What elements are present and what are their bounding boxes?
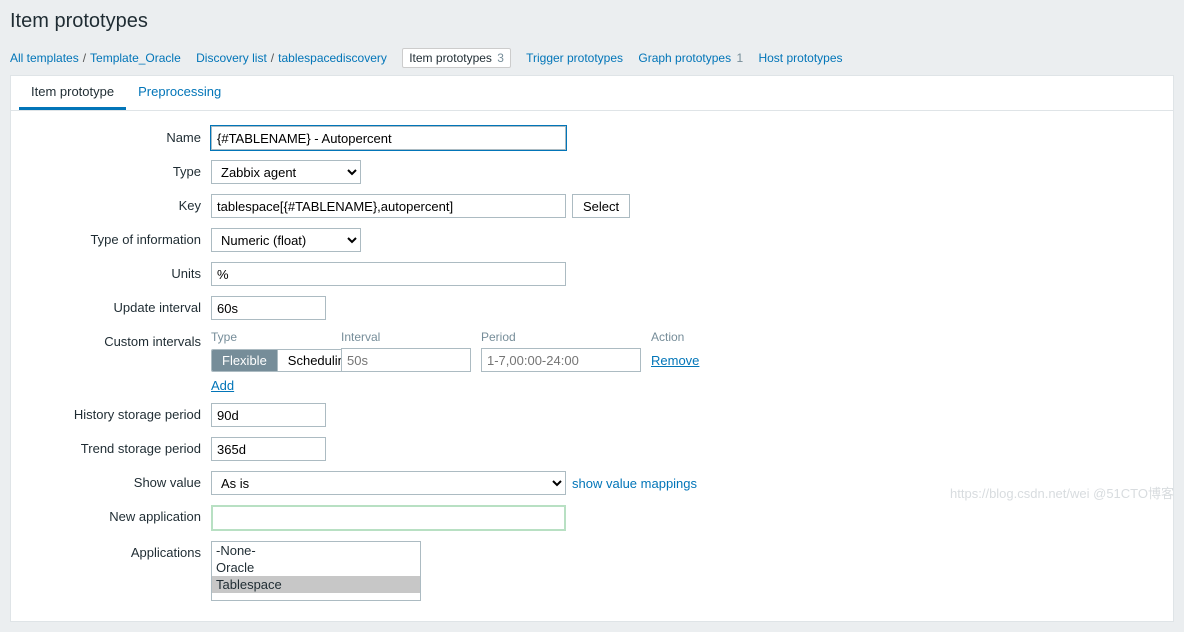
ci-header-type: Type: [211, 330, 341, 344]
bc-host-prototypes[interactable]: Host prototypes: [758, 51, 842, 65]
units-input[interactable]: [211, 262, 566, 286]
label-type-of-information: Type of information: [21, 228, 211, 247]
bc-discovery-list[interactable]: Discovery list: [196, 51, 267, 65]
label-history: History storage period: [21, 403, 211, 422]
breadcrumb: All templates / Template_Oracle Discovery …: [0, 46, 1184, 75]
ci-add-link[interactable]: Add: [211, 378, 234, 393]
label-new-application: New application: [21, 505, 211, 524]
type-of-information-select[interactable]: Numeric (float): [211, 228, 361, 252]
new-application-input[interactable]: [211, 505, 566, 531]
tabs: Item prototype Preprocessing: [11, 76, 1173, 111]
label-trend: Trend storage period: [21, 437, 211, 456]
show-value-mappings-link[interactable]: show value mappings: [572, 476, 697, 491]
page-title: Item prototypes: [10, 10, 1174, 33]
list-item[interactable]: Oracle: [212, 559, 420, 576]
form-panel: Item prototype Preprocessing Name Type Z…: [10, 75, 1174, 622]
ci-header-action: Action: [651, 330, 711, 344]
ci-header-period: Period: [481, 330, 651, 344]
list-item[interactable]: Tablespace: [212, 576, 420, 593]
label-update-interval: Update interval: [21, 296, 211, 315]
tab-item-prototype[interactable]: Item prototype: [19, 76, 126, 110]
bc-item-prototypes-current: Item prototypes 3: [402, 48, 511, 68]
select-key-button[interactable]: Select: [572, 194, 630, 218]
name-input[interactable]: [211, 126, 566, 150]
applications-listbox[interactable]: -None- Oracle Tablespace: [211, 541, 421, 601]
label-show-value: Show value: [21, 471, 211, 490]
key-input[interactable]: [211, 194, 566, 218]
ci-header-interval: Interval: [341, 330, 481, 344]
ci-period-input[interactable]: [481, 348, 641, 372]
tab-preprocessing[interactable]: Preprocessing: [126, 76, 233, 110]
list-item[interactable]: -None-: [212, 542, 420, 559]
custom-intervals-table: Type Interval Period Action Flexible Sch…: [211, 330, 711, 393]
bc-tablespace-discovery[interactable]: tablespacediscovery: [278, 51, 387, 65]
type-select[interactable]: Zabbix agent: [211, 160, 361, 184]
separator: /: [83, 51, 86, 65]
label-applications: Applications: [21, 541, 211, 560]
label-type: Type: [21, 160, 211, 179]
bc-template-oracle[interactable]: Template_Oracle: [90, 51, 181, 65]
ci-remove-link[interactable]: Remove: [651, 353, 699, 368]
separator: /: [271, 51, 274, 65]
ci-flexible-button[interactable]: Flexible: [212, 350, 277, 371]
show-value-select[interactable]: As is: [211, 471, 566, 495]
bc-trigger-prototypes[interactable]: Trigger prototypes: [526, 51, 623, 65]
label-custom-intervals: Custom intervals: [21, 330, 211, 349]
bc-graph-prototypes[interactable]: Graph prototypes: [638, 51, 731, 65]
update-interval-input[interactable]: [211, 296, 326, 320]
label-units: Units: [21, 262, 211, 281]
trend-input[interactable]: [211, 437, 326, 461]
history-input[interactable]: [211, 403, 326, 427]
ci-interval-input[interactable]: [341, 348, 471, 372]
bc-all-templates[interactable]: All templates: [10, 51, 79, 65]
label-name: Name: [21, 126, 211, 145]
label-key: Key: [21, 194, 211, 213]
